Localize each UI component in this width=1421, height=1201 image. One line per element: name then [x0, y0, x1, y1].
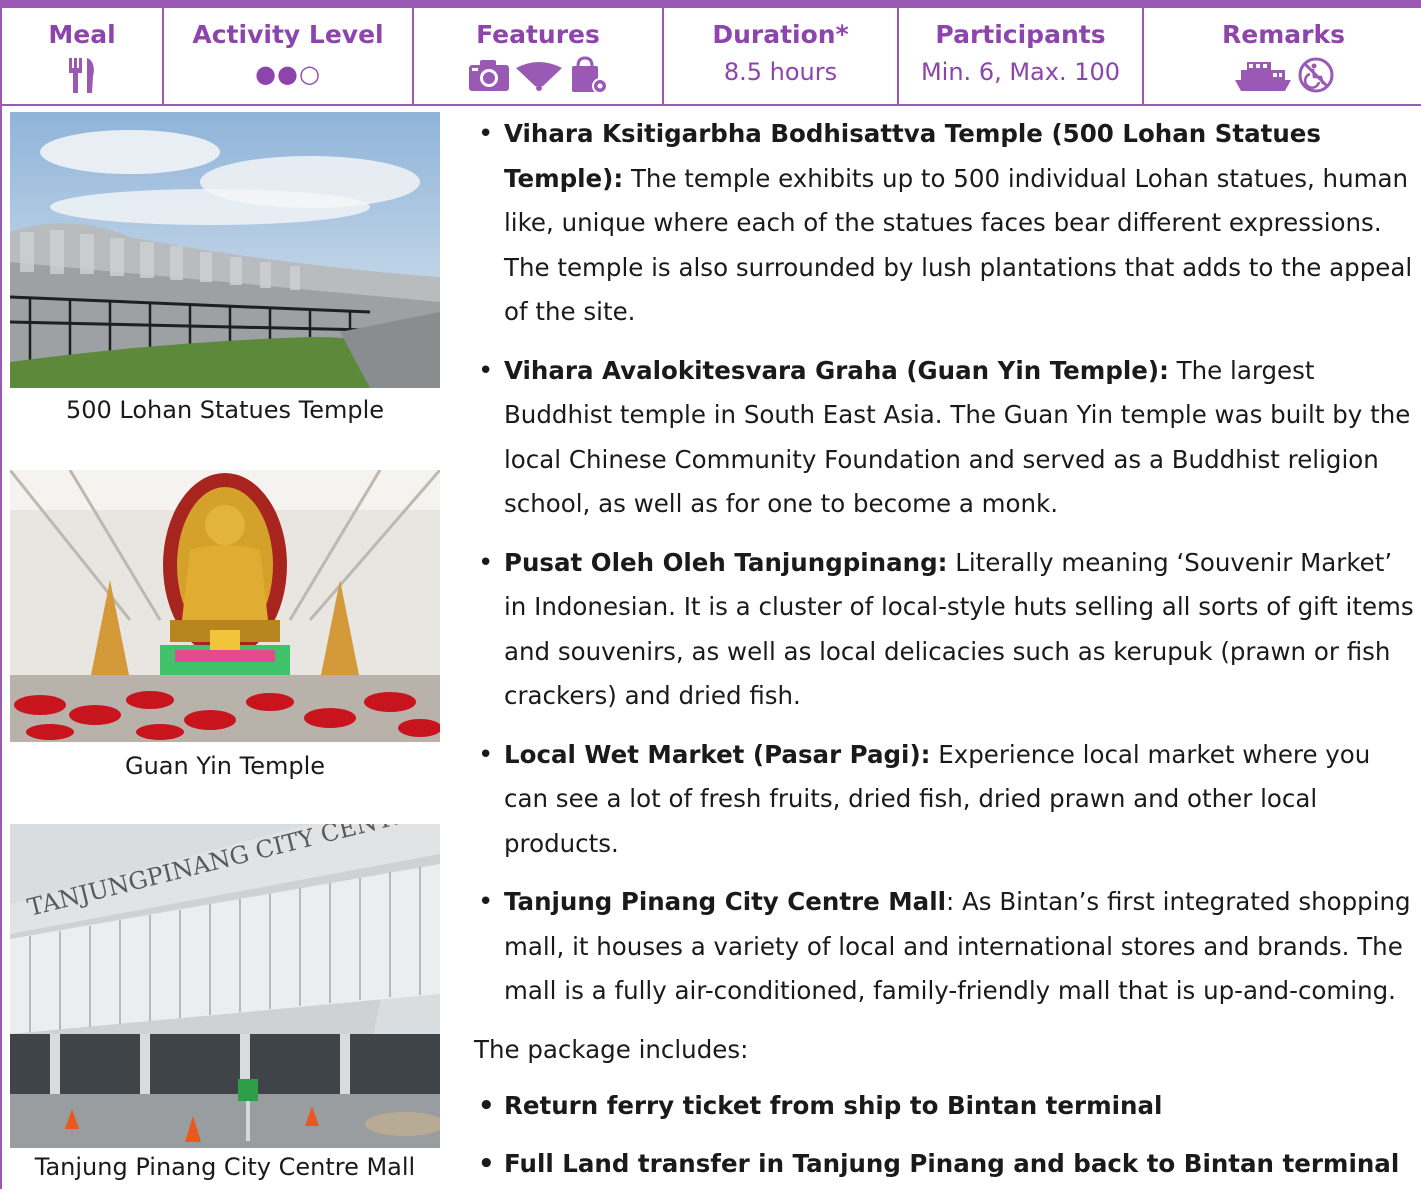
- list-item: Tanjung Pinang City Centre Mall: As Bint…: [474, 880, 1419, 1014]
- participants-value: Min. 6, Max. 100: [920, 58, 1121, 86]
- photo-caption: Guan Yin Temple: [124, 752, 326, 780]
- list-item: Pusat Oleh Oleh Tanjungpinang: Literally…: [474, 541, 1419, 719]
- attraction-text: The temple exhibits up to 500 individual…: [504, 163, 1413, 327]
- header-duration: Duration* 8.5 hours: [664, 8, 899, 104]
- header-meal: Meal: [2, 8, 164, 104]
- fork-knife-icon: [69, 58, 94, 93]
- no-wheelchair-icon: [1298, 57, 1333, 93]
- fan-icon: [516, 62, 562, 91]
- attraction-name: Vihara Avalokitesvara Graha (Guan Yin Te…: [504, 355, 1169, 385]
- list-item: Vihara Ksitigarbha Bodhisattva Temple (5…: [474, 112, 1419, 335]
- package-item: Return ferry ticket from ship to Bintan …: [474, 1084, 1419, 1129]
- header-activity: Activity Level ●●○: [164, 8, 414, 104]
- ferry-icon: [1234, 62, 1291, 91]
- package-item: Full Land transfer in Tanjung Pinang and…: [474, 1142, 1419, 1187]
- list-item: Vihara Avalokitesvara Graha (Guan Yin Te…: [474, 349, 1419, 527]
- photo-caption: Tanjung Pinang City Centre Mall: [34, 1153, 416, 1181]
- guan-yin-temple-photo: [10, 470, 440, 742]
- header-participants-title: Participants: [935, 20, 1106, 49]
- photo-caption: 500 Lohan Statues Temple: [65, 396, 385, 424]
- header-meal-title: Meal: [48, 20, 116, 49]
- duration-value: 8.5 hours: [723, 58, 838, 86]
- attraction-list: Vihara Ksitigarbha Bodhisattva Temple (5…: [474, 112, 1419, 1014]
- header-remarks: Remarks: [1144, 8, 1421, 104]
- header-features-title: Features: [476, 20, 600, 49]
- package-intro: The package includes:: [474, 1034, 749, 1064]
- package-list: Return ferry ticket from ship to Bintan …: [474, 1084, 1419, 1187]
- list-item: Local Wet Market (Pasar Pagi): Experienc…: [474, 733, 1419, 867]
- header-remarks-title: Remarks: [1222, 20, 1345, 49]
- header-participants: Participants Min. 6, Max. 100: [899, 8, 1144, 104]
- activity-level-dots: ●●○: [255, 60, 321, 88]
- header-activity-title: Activity Level: [192, 20, 384, 49]
- shopping-bag-icon: [572, 56, 608, 94]
- camera-icon: [469, 60, 509, 91]
- header-duration-title: Duration*: [712, 20, 849, 49]
- tour-description: Vihara Ksitigarbha Bodhisattva Temple (5…: [474, 112, 1419, 1201]
- attraction-name: Pusat Oleh Oleh Tanjungpinang:: [504, 547, 948, 577]
- page: Meal Activity Level ●●○ Features Duratio…: [0, 0, 1421, 1189]
- lohan-temple-photo: [10, 112, 440, 388]
- top-border: [2, 0, 1421, 8]
- city-centre-mall-photo: TANJUNGPINANG CITY CENTER: [10, 824, 440, 1148]
- attraction-name: Local Wet Market (Pasar Pagi):: [504, 739, 931, 769]
- tour-info-header: Meal Activity Level ●●○ Features Duratio…: [2, 8, 1421, 106]
- attraction-name: Tanjung Pinang City Centre Mall: [504, 887, 946, 916]
- header-features: Features: [414, 8, 664, 104]
